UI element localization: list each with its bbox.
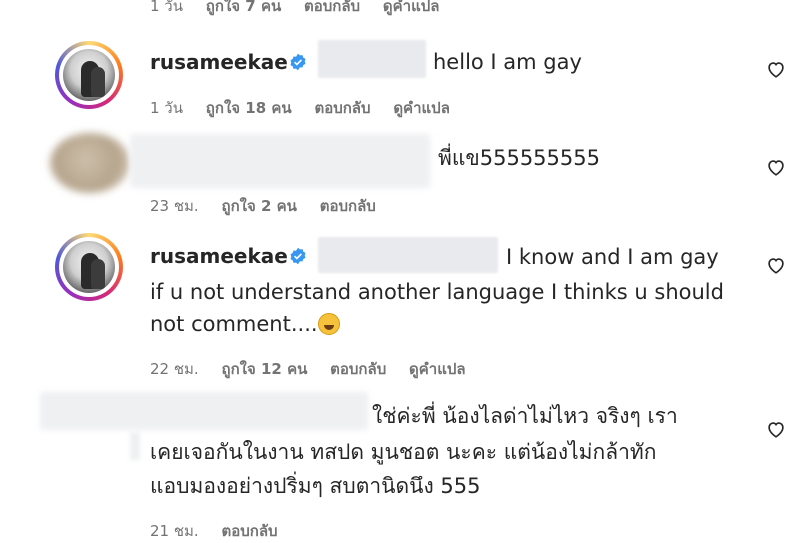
see-translation-button[interactable]: ดูคำแปล: [409, 360, 466, 378]
comment-time: 23 ชม.: [150, 197, 199, 215]
avatar[interactable]: [55, 41, 123, 109]
reply-button[interactable]: ตอบกลับ: [304, 0, 360, 15]
comment-text-line: เคยเจอกันในงาน ทสปด มูนชอต นะคะ แต่น้องไ…: [150, 440, 657, 464]
avatar[interactable]: [55, 233, 123, 301]
reply-button[interactable]: ตอบกลับ: [221, 522, 277, 540]
reply-button[interactable]: ตอบกลับ: [314, 99, 370, 117]
comment-meta-row: 21 ชม. ตอบกลับ: [150, 519, 296, 543]
comment-meta-row: 1 วัน ถูกใจ 18 คน ตอบกลับ ดูคำแปล: [150, 96, 468, 120]
comment-text-line: ใช่ค่ะพี่ น้องไลด่าไม่ไหว จริงๆ เรา: [372, 404, 678, 428]
verified-badge-icon: [290, 247, 306, 265]
see-translation-button[interactable]: ดูคำแปล: [393, 99, 450, 117]
see-translation-button[interactable]: ดูคำแปล: [383, 0, 440, 15]
comment-meta-row: 1 วัน ถูกใจ 7 คน ตอบกลับ ดูคำแปล: [150, 0, 457, 18]
like-count-button[interactable]: ถูกใจ 7 คน: [206, 0, 281, 15]
comment-meta-row: 23 ชม. ถูกใจ 2 คน ตอบกลับ: [150, 194, 394, 218]
heart-outline-icon[interactable]: [765, 156, 787, 178]
verified-badge-icon: [290, 53, 306, 71]
comment-time: 22 ชม.: [150, 360, 199, 378]
like-count-button[interactable]: ถูกใจ 12 คน: [221, 360, 307, 378]
comment-text-line: not comment....: [150, 310, 340, 339]
comment-text: พี่แข555555555: [438, 146, 600, 170]
like-count-button[interactable]: ถูกใจ 18 คน: [206, 99, 292, 117]
comment-time: 21 ชม.: [150, 522, 199, 540]
comment-text: hello I am gay: [433, 50, 582, 74]
comment-text-segment: not comment....: [150, 312, 318, 336]
avatar[interactable]: [50, 133, 130, 193]
comment-time: 1 วัน: [150, 0, 183, 15]
reply-button[interactable]: ตอบกลับ: [320, 197, 376, 215]
heart-outline-icon[interactable]: [765, 418, 787, 440]
rolling-on-floor-laughing-icon: [317, 313, 340, 335]
comment-username[interactable]: rusameekae: [150, 50, 288, 74]
comment-time: 1 วัน: [150, 99, 183, 117]
heart-outline-icon[interactable]: [765, 58, 787, 80]
comment-text-line: แอบมองอย่างปริ่มๆ สบตานิดนึง 555: [150, 474, 481, 498]
like-count-button[interactable]: ถูกใจ 2 คน: [221, 197, 296, 215]
reply-button[interactable]: ตอบกลับ: [330, 360, 386, 378]
comment-meta-row: 22 ชม. ถูกใจ 12 คน ตอบกลับ ดูคำแปล: [150, 357, 484, 381]
comment-text-line: I know and I am gay: [506, 245, 719, 269]
redacted-username: [130, 134, 430, 188]
redacted-mention: [318, 40, 426, 78]
comment-username[interactable]: rusameekae: [150, 244, 288, 268]
comment-text-line: if u not understand another language I t…: [150, 280, 724, 304]
redacted-username: [40, 392, 368, 430]
redacted-mention: [318, 237, 498, 273]
heart-outline-icon[interactable]: [765, 254, 787, 276]
redacted-text: [130, 432, 140, 460]
